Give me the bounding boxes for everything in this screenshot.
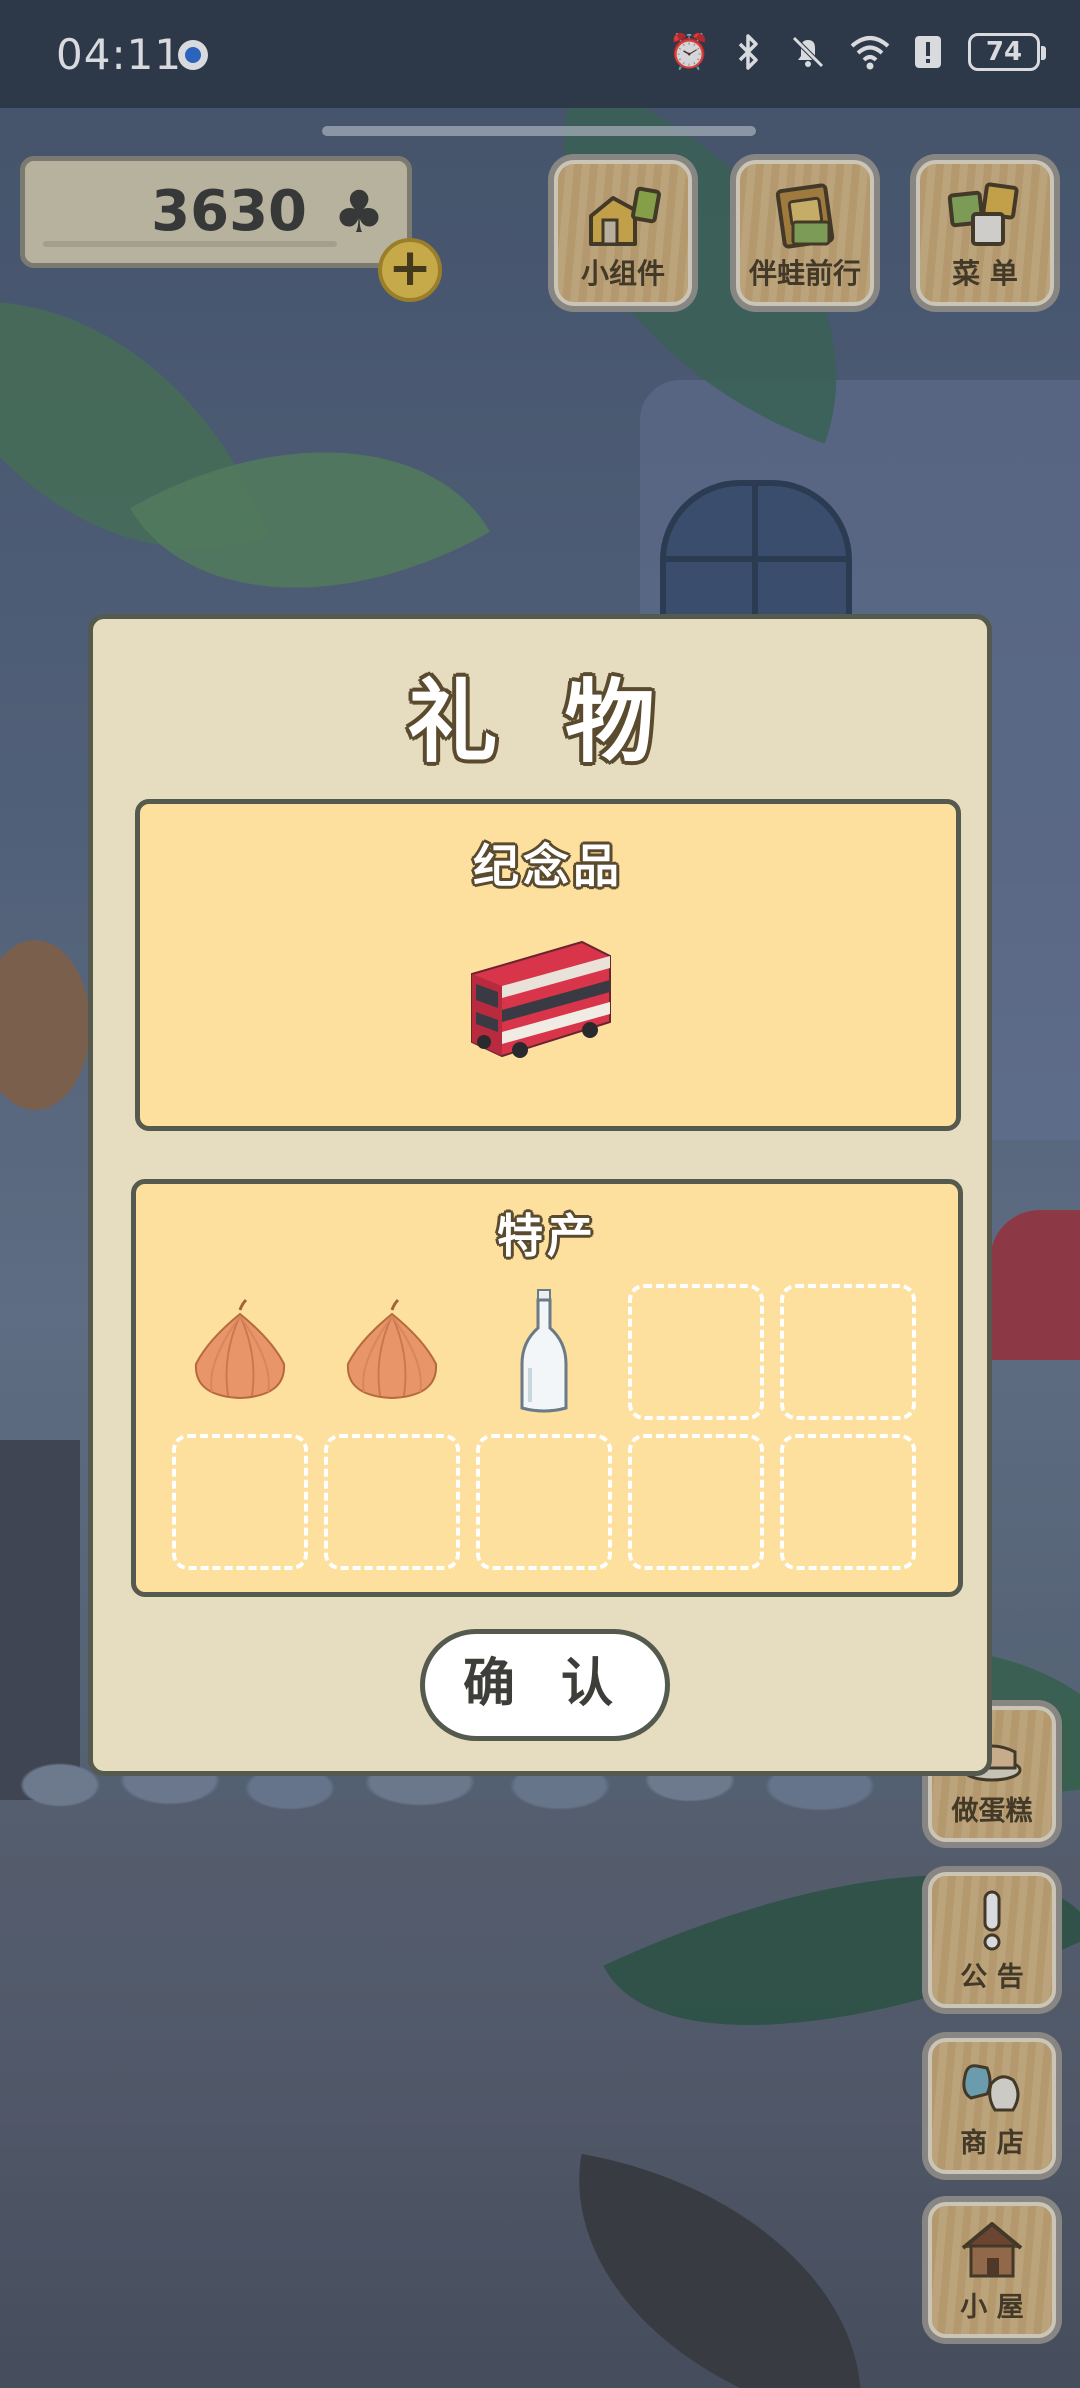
specialty-title: 特产 xyxy=(497,1209,597,1263)
souvenir-title: 纪念品 xyxy=(473,839,623,893)
double-decker-bus-icon xyxy=(471,940,611,1058)
specialty-slot-onion[interactable] xyxy=(324,1284,460,1420)
souvenir-item-bus[interactable] xyxy=(462,934,618,1064)
specialty-slot-bottle[interactable] xyxy=(476,1284,612,1420)
specialty-slot-empty xyxy=(780,1284,916,1420)
specialty-slot-empty xyxy=(476,1434,612,1570)
specialty-slot-empty xyxy=(324,1434,460,1570)
specialty-slot-empty xyxy=(628,1284,764,1420)
glass-bottle-icon xyxy=(520,1289,568,1413)
gift-dialog: 礼 物 纪念品 特产 确 认 xyxy=(88,614,992,1776)
specialty-slot-empty xyxy=(628,1434,764,1570)
onion-icon xyxy=(194,1298,286,1400)
confirm-button[interactable]: 确 认 xyxy=(420,1629,670,1741)
dialog-title: 礼 物 xyxy=(407,670,673,775)
specialty-slot-onion[interactable] xyxy=(172,1284,308,1420)
specialty-slot-empty xyxy=(780,1434,916,1570)
specialty-slots xyxy=(172,1284,932,1570)
onion-icon xyxy=(346,1298,438,1400)
souvenir-panel: 纪念品 xyxy=(135,799,961,1131)
specialty-panel: 特产 xyxy=(131,1179,963,1597)
specialty-slot-empty xyxy=(172,1434,308,1570)
